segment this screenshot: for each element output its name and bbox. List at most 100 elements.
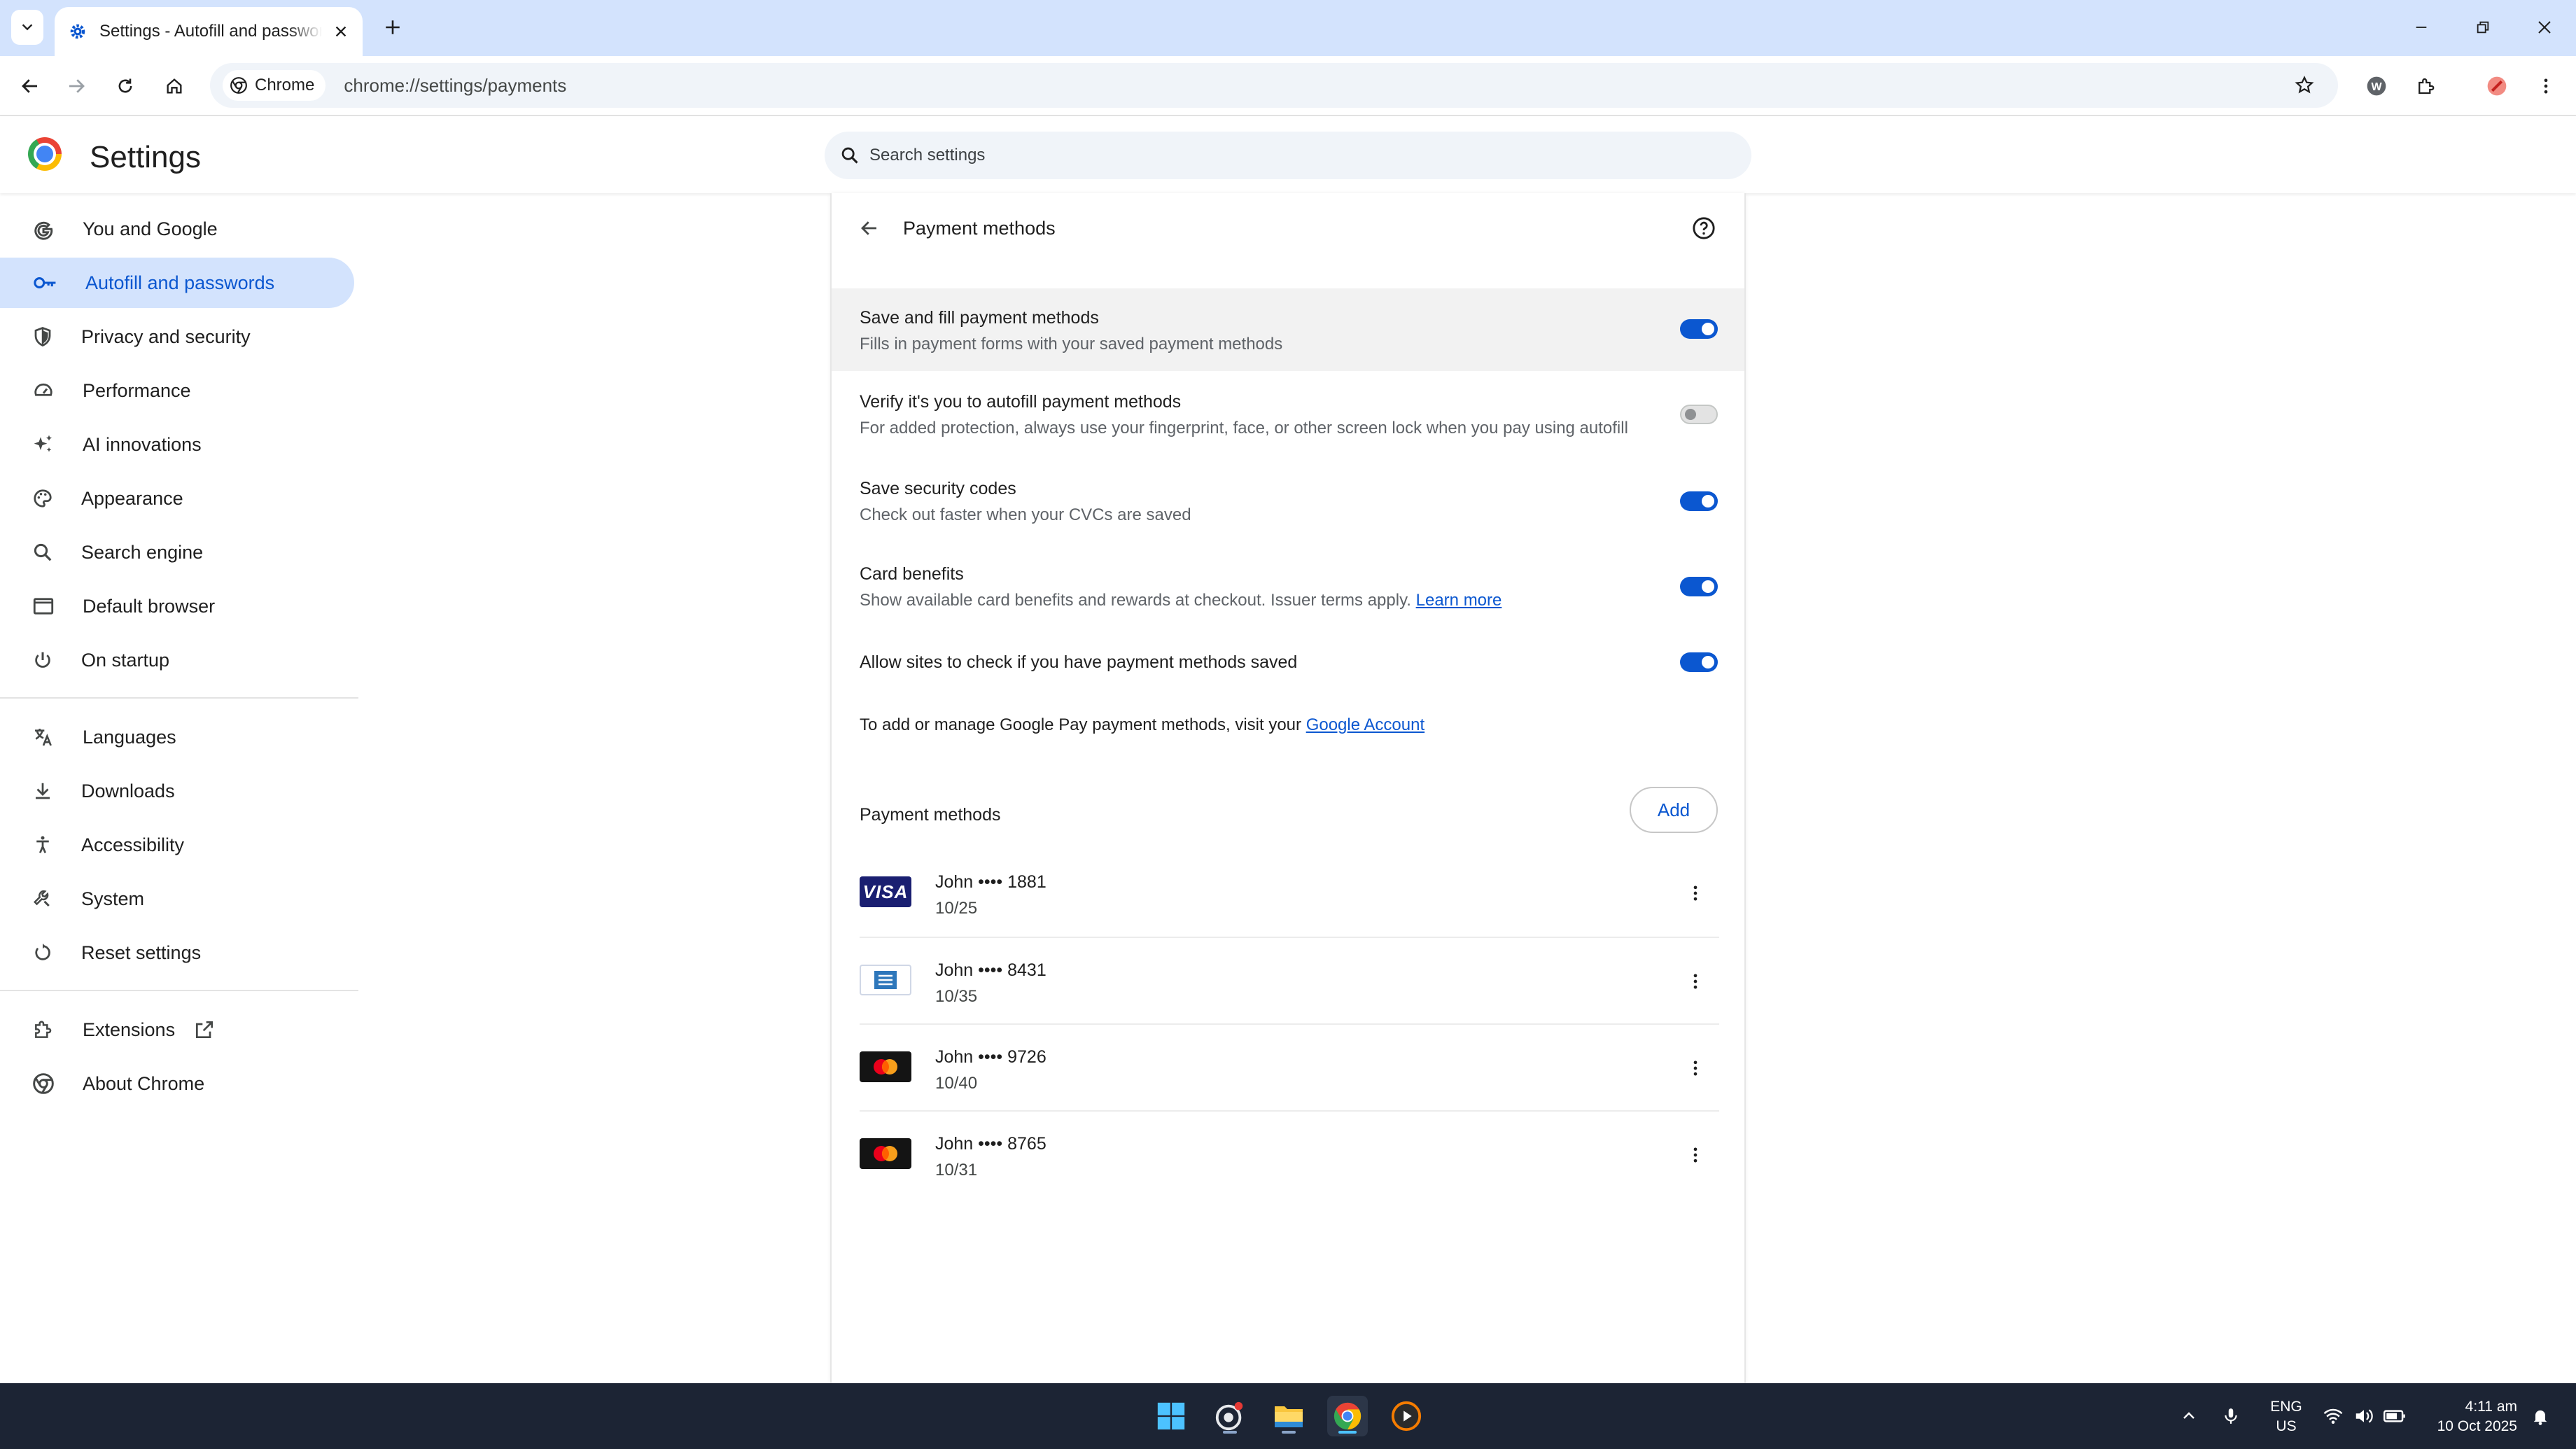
chevron-down-icon <box>22 24 33 31</box>
sparkle-icon <box>34 435 52 452</box>
key-icon <box>34 277 56 288</box>
volume-button[interactable] <box>2352 1404 2376 1428</box>
url-text[interactable]: chrome://settings/payments <box>344 75 566 97</box>
kebab-menu-icon <box>2544 78 2548 94</box>
setting-subtitle: For added protection, always use your fi… <box>860 419 1628 438</box>
mastercard-circles-icon <box>874 1146 897 1161</box>
accessibility-icon <box>36 836 49 853</box>
sidebar-item-extensions[interactable]: Extensions <box>0 1004 354 1055</box>
minimize-button[interactable] <box>2407 13 2436 42</box>
setting-subtitle-text: Show available card benefits and rewards… <box>860 591 1411 610</box>
sidebar-item-you-and-google[interactable]: You and Google <box>0 204 354 254</box>
start-button[interactable] <box>1151 1396 1191 1436</box>
settings-search[interactable] <box>825 132 1751 179</box>
verify-toggle[interactable] <box>1680 405 1718 424</box>
sidebar-item-system[interactable]: System <box>0 874 354 924</box>
wifi-button[interactable] <box>2321 1404 2345 1428</box>
sidebar-item-default-browser[interactable]: Default browser <box>0 581 354 631</box>
card-menu-button[interactable] <box>1681 1141 1709 1169</box>
card-menu-button[interactable] <box>1681 879 1709 907</box>
restore-button[interactable] <box>2468 13 2498 42</box>
sidebar-item-appearance[interactable]: Appearance <box>0 473 354 524</box>
google-pay-info: To add or manage Google Pay payment meth… <box>860 715 1424 735</box>
taskbar-app-recorder[interactable] <box>1210 1396 1250 1436</box>
home-button[interactable] <box>158 70 190 102</box>
tab-search-button[interactable] <box>11 10 43 45</box>
restore-icon <box>2477 21 2489 34</box>
sidebar-item-autofill[interactable]: Autofill and passwords <box>0 258 354 308</box>
profile-avatar-button[interactable] <box>2481 70 2513 102</box>
security-codes-toggle[interactable] <box>1680 491 1718 511</box>
sidebar-item-reset[interactable]: Reset settings <box>0 927 354 978</box>
address-bar[interactable]: Chrome chrome://settings/payments <box>210 63 2338 108</box>
external-link-button[interactable] <box>193 1018 216 1041</box>
reload-button[interactable] <box>109 70 141 102</box>
sidebar-item-performance[interactable]: Performance <box>0 365 354 416</box>
input-language-indicator[interactable]: ENG US <box>2265 1397 2307 1436</box>
card-menu-button[interactable] <box>1681 1054 1709 1082</box>
avatar-icon <box>2487 76 2507 96</box>
download-icon <box>36 783 50 799</box>
close-tab-button[interactable] <box>333 24 349 39</box>
learn-more-link[interactable]: Learn more <box>1416 591 1502 610</box>
system-clock[interactable]: 4:11 am 10 Oct 2025 <box>2426 1397 2517 1436</box>
taskbar-app-media-player[interactable] <box>1386 1396 1427 1436</box>
show-hidden-icons-button[interactable] <box>2177 1404 2201 1428</box>
card-summary: John •••• 9726 <box>935 1047 1046 1067</box>
amex-logo-icon <box>860 965 911 995</box>
setting-row-card-benefits[interactable]: Card benefits Show available card benefi… <box>832 543 1744 629</box>
sidebar-item-accessibility[interactable]: Accessibility <box>0 820 354 870</box>
subpage-title: Payment methods <box>903 218 1056 239</box>
taskbar-app-file-explorer[interactable] <box>1268 1396 1309 1436</box>
back-button[interactable] <box>14 70 46 102</box>
sidebar-item-about-chrome[interactable]: About Chrome <box>0 1058 354 1109</box>
setting-row-verify[interactable]: Verify it's you to autofill payment meth… <box>832 371 1744 458</box>
star-icon <box>2295 76 2314 94</box>
palette-icon <box>34 489 52 507</box>
card-benefits-toggle[interactable] <box>1680 577 1718 596</box>
sidebar-item-label: About Chrome <box>83 1072 205 1094</box>
chevron-up-icon <box>2183 1412 2194 1419</box>
allow-sites-toggle[interactable] <box>1680 652 1718 672</box>
sidebar-item-downloads[interactable]: Downloads <box>0 766 354 816</box>
forward-button[interactable] <box>60 70 92 102</box>
notifications-button[interactable] <box>2528 1404 2552 1428</box>
site-info-chip[interactable]: Chrome <box>223 70 326 101</box>
sidebar-item-privacy[interactable]: Privacy and security <box>0 312 354 362</box>
google-pay-text: To add or manage Google Pay payment meth… <box>860 715 1302 734</box>
setting-subtitle: Check out faster when your CVCs are save… <box>860 505 1191 524</box>
close-window-button[interactable] <box>2530 13 2559 42</box>
setting-title: Allow sites to check if you have payment… <box>860 652 1298 672</box>
help-button[interactable] <box>1688 213 1719 244</box>
card-menu-button[interactable] <box>1681 967 1709 995</box>
card-expiry: 10/35 <box>935 987 978 1006</box>
extension-w-button[interactable]: W <box>2360 70 2393 102</box>
setting-subtitle: Fills in payment forms with your saved p… <box>860 335 1283 354</box>
sidebar-item-on-startup[interactable]: On startup <box>0 635 354 685</box>
add-payment-method-button[interactable]: Add <box>1630 787 1718 833</box>
tab-settings[interactable]: Settings - Autofill and passwords <box>55 7 363 56</box>
subpage-back-button[interactable] <box>854 213 885 244</box>
sidebar-item-languages[interactable]: Languages <box>0 712 354 762</box>
battery-button[interactable] <box>2383 1404 2407 1428</box>
chrome-menu-button[interactable] <box>2530 70 2562 102</box>
sidebar-item-ai-innovations[interactable]: AI innovations <box>0 419 354 470</box>
extensions-button[interactable] <box>2409 70 2442 102</box>
payment-card-row: John •••• 8765 10/31 <box>860 1110 1719 1197</box>
setting-row-allow-sites[interactable]: Allow sites to check if you have payment… <box>832 629 1744 692</box>
microphone-button[interactable] <box>2219 1404 2243 1428</box>
close-icon <box>2538 21 2551 34</box>
setting-title: Save and fill payment methods <box>860 308 1099 328</box>
save-and-fill-toggle[interactable] <box>1680 319 1718 339</box>
sidebar-item-label: Default browser <box>83 595 216 617</box>
taskbar-app-chrome[interactable] <box>1327 1396 1368 1436</box>
setting-row-security-codes[interactable]: Save security codes Check out faster whe… <box>832 458 1744 543</box>
kebab-menu-icon <box>1693 974 1698 989</box>
bookmark-button[interactable] <box>2289 70 2320 101</box>
sidebar-item-label: AI innovations <box>83 433 202 455</box>
setting-row-save-and-fill[interactable]: Save and fill payment methods Fills in p… <box>832 288 1744 371</box>
sidebar-item-search-engine[interactable]: Search engine <box>0 527 354 578</box>
search-input[interactable] <box>869 146 1709 165</box>
new-tab-button[interactable] <box>378 13 407 42</box>
google-account-link[interactable]: Google Account <box>1306 715 1424 734</box>
